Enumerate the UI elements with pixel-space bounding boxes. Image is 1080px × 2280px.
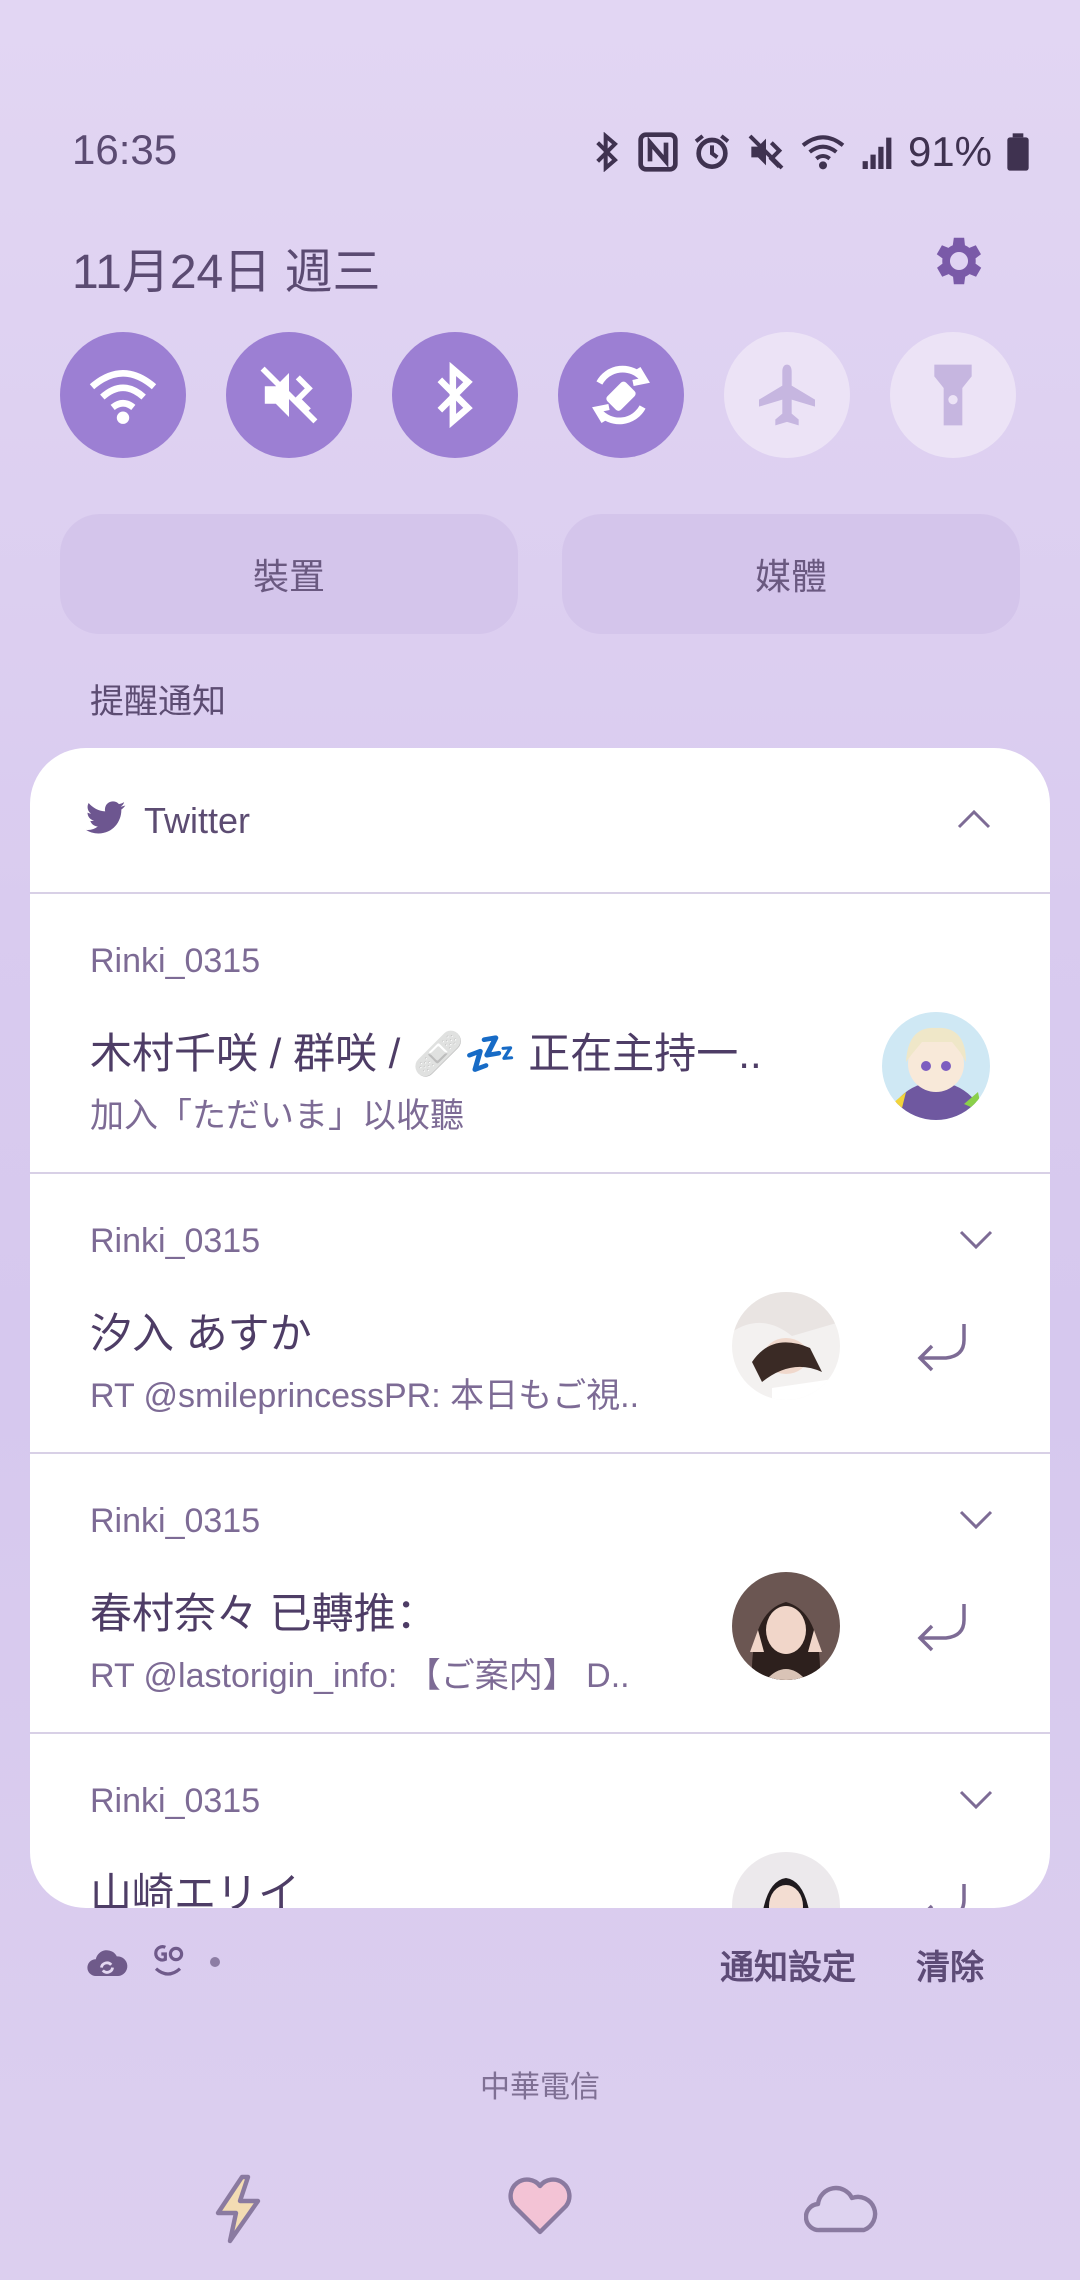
app-name: Twitter [144,800,251,841]
media-button[interactable]: 媒體 [562,514,1020,634]
auto-rotate-toggle[interactable] [558,332,684,458]
notification-item[interactable]: Rinki_0315 春村奈々 已轉推： RT @lastorigin_info… [30,1452,1050,1734]
notification-item[interactable]: Rinki_0315 山崎エリイ [30,1732,1050,1908]
nfc-icon [638,132,678,172]
footer-app-icons [86,1942,222,1982]
bluetooth-toggle[interactable] [392,332,518,458]
reply-icon[interactable] [914,1880,970,1908]
notification-title: 春村奈々 已轉推： [90,1590,438,1637]
notification-account: Rinki_0315 [90,942,261,980]
wifi-icon [800,132,846,172]
notification-item[interactable]: Rinki_0315 汐入 あすか RT @smileprincessPR: 本… [30,1172,1050,1454]
section-label: 提醒通知 [90,683,226,721]
cloud-icon[interactable] [804,2184,880,2234]
mute-icon [746,132,786,172]
notification-account: Rinki_0315 [90,1782,261,1820]
wifi-icon [89,370,157,424]
notification-body: RT @lastorigin_info: 【ご案内】 D.. [90,1657,630,1695]
bluetooth-icon [590,132,624,172]
notification-account: Rinki_0315 [90,1502,261,1540]
date-label: 11月24日 週三 [72,246,381,299]
go-icon [154,1945,184,1976]
flashlight-icon [934,364,972,426]
reply-icon[interactable] [914,1320,970,1374]
card-header[interactable]: Twitter [30,748,1050,894]
airplane-icon [759,364,815,426]
bottom-dock [0,2168,1080,2258]
status-icons: 91% [590,126,1030,178]
cloud-sync-icon [87,1950,128,1976]
avatar [732,1292,840,1400]
notification-body: RT @smileprincessPR: 本日もご視.. [90,1377,640,1415]
battery-percentage: 91% [907,128,992,175]
battery-icon [1006,132,1030,172]
chevron-down-icon[interactable] [958,1228,994,1250]
clear-button[interactable]: 清除 [916,1940,984,1989]
sound-toggle[interactable] [226,332,352,458]
notification-card: Twitter Rinki_0315 木村千咲 / 群咲 / 🩹💤 正在主持一.… [30,748,1050,1908]
notification-settings-button[interactable]: 通知設定 [720,1940,856,1989]
rotate-icon [592,365,650,425]
flashlight-toggle[interactable] [890,332,1016,458]
chevron-up-icon[interactable] [956,808,992,830]
avatar [732,1852,840,1908]
more-dot-icon [210,1957,220,1967]
notification-body: 加入「ただいま」以收聽 [90,1097,464,1135]
notification-title: 山崎エリイ [90,1870,301,1908]
notification-title: 汐入 あすか [90,1310,312,1357]
notification-account: Rinki_0315 [90,1222,261,1260]
airplane-toggle[interactable] [724,332,850,458]
twitter-bird-icon [86,801,126,834]
notification-title: 木村千咲 / 群咲 / 🩹💤 正在主持一.. [90,1030,762,1077]
chevron-down-icon[interactable] [958,1788,994,1810]
alarm-icon [692,132,732,172]
mute-icon [260,366,318,424]
wifi-toggle[interactable] [60,332,186,458]
avatar [732,1572,840,1680]
notification-item[interactable]: Rinki_0315 木村千咲 / 群咲 / 🩹💤 正在主持一.. 加入「ただい… [30,892,1050,1174]
devices-button[interactable]: 裝置 [60,514,518,634]
avatar [882,1012,990,1120]
status-time: 16:35 [72,126,178,173]
carrier-label: 中華電信 [480,2071,600,2104]
lightning-icon[interactable] [208,2172,268,2246]
reply-icon[interactable] [914,1600,970,1654]
signal-icon [860,132,894,172]
heart-icon[interactable] [506,2174,574,2238]
chevron-down-icon[interactable] [958,1508,994,1530]
bluetooth-icon [437,361,473,429]
settings-gear-icon[interactable] [928,230,990,292]
